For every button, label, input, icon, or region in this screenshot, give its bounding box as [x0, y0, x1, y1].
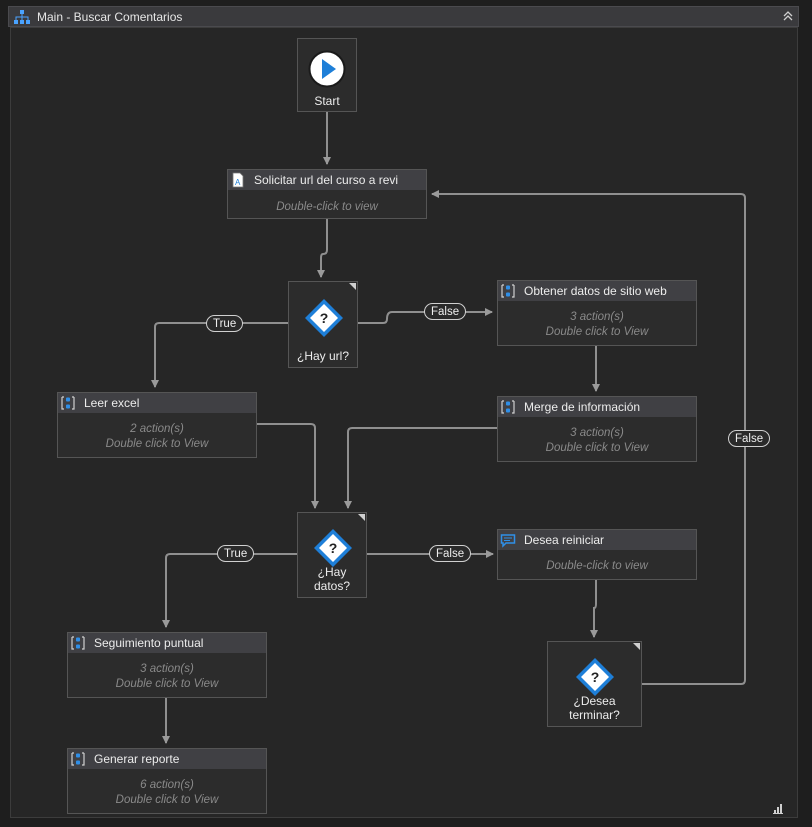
- activity-title: Merge de información: [524, 400, 641, 414]
- decision-hay-datos[interactable]: ? ¿Hay datos?: [297, 512, 367, 598]
- activity-action-count: 3 action(s): [140, 663, 194, 675]
- activity-hint: Double click to View: [115, 794, 219, 806]
- activity-title: Leer excel: [84, 396, 140, 410]
- sequence-icon: [501, 284, 515, 298]
- decision-label: ¿Hay datos?: [313, 565, 351, 593]
- wire-haydatos-true: [162, 553, 297, 628]
- decision-icon: ?: [305, 299, 343, 337]
- activity-header: A Solicitar url del curso a revi: [228, 170, 426, 190]
- activity-action-count: 3 action(s): [570, 427, 624, 439]
- sequence-icon: [501, 400, 515, 414]
- fit-to-screen-icon[interactable]: [772, 803, 784, 815]
- branch-label-true[interactable]: True: [206, 315, 244, 332]
- activity-title: Solicitar url del curso a revi: [254, 173, 399, 187]
- branch-label-false[interactable]: False: [429, 545, 472, 562]
- activity-header: Merge de información: [498, 397, 696, 417]
- activity-action-count: 2 action(s): [130, 423, 184, 435]
- decision-hay-url[interactable]: ? ¿Hay url?: [288, 281, 358, 368]
- wire-merge-haydatos: [344, 427, 497, 509]
- svg-text:?: ?: [329, 540, 338, 556]
- activity-header: Generar reporte: [68, 749, 266, 769]
- activity-title: Desea reiniciar: [524, 533, 605, 547]
- svg-text:?: ?: [591, 669, 600, 685]
- sequence-icon: [61, 396, 75, 410]
- decision-label: ¿Hay url?: [296, 349, 349, 363]
- wire-solicitar-hayurl: [317, 219, 328, 278]
- activity-hint: Double-click to view: [276, 201, 378, 213]
- decision-desea-terminar[interactable]: ? ¿Desea terminar?: [547, 641, 642, 727]
- activity-generar-reporte[interactable]: Generar reporte 6 action(s) Double click…: [67, 748, 267, 814]
- svg-text:A: A: [235, 178, 241, 187]
- activity-hint: Double click to View: [545, 326, 649, 338]
- activity-title: Seguimiento puntual: [94, 636, 204, 650]
- branch-label-true[interactable]: True: [217, 545, 255, 562]
- branch-label-false[interactable]: False: [728, 430, 771, 447]
- activity-hint: Double-click to view: [546, 560, 648, 572]
- corner-marker: [358, 514, 365, 521]
- activity-title: Generar reporte: [94, 752, 180, 766]
- decision-label: ¿Desea terminar?: [569, 694, 620, 722]
- sequence-icon: [71, 636, 85, 650]
- play-icon: [308, 50, 346, 88]
- activity-seguimiento-puntual[interactable]: Seguimiento puntual 3 action(s) Double c…: [67, 632, 267, 698]
- wire-reiniciar-terminar: [590, 580, 598, 638]
- activity-desea-reiniciar[interactable]: Desea reiniciar Double-click to view: [497, 529, 697, 580]
- activity-header: Leer excel: [58, 393, 256, 413]
- activity-header: Obtener datos de sitio web: [498, 281, 696, 301]
- activity-obtener-datos[interactable]: Obtener datos de sitio web 3 action(s) D…: [497, 280, 697, 346]
- sequence-icon: [71, 752, 85, 766]
- start-node[interactable]: Start: [297, 38, 357, 112]
- activity-header: Desea reiniciar: [498, 530, 696, 550]
- activity-merge-informacion[interactable]: Merge de información 3 action(s) Double …: [497, 396, 697, 462]
- activity-hint: Double click to View: [545, 442, 649, 454]
- decision-icon: ?: [576, 658, 614, 696]
- corner-marker: [633, 643, 640, 650]
- activity-action-count: 6 action(s): [140, 779, 194, 791]
- svg-text:?: ?: [320, 310, 329, 326]
- activity-hint: Double click to View: [105, 438, 209, 450]
- corner-marker: [349, 283, 356, 290]
- message-box-icon: [500, 534, 516, 548]
- input-dialog-icon: A: [232, 172, 244, 188]
- start-label: Start: [314, 94, 340, 108]
- activity-title: Obtener datos de sitio web: [524, 284, 667, 298]
- activity-action-count: 3 action(s): [570, 311, 624, 323]
- activity-header: Seguimiento puntual: [68, 633, 266, 653]
- wire-leer-haydatos: [257, 423, 319, 509]
- branch-label-false[interactable]: False: [424, 303, 467, 320]
- decision-icon: ?: [314, 529, 352, 567]
- activity-hint: Double click to View: [115, 678, 219, 690]
- activity-solicitar-url[interactable]: A Solicitar url del curso a revi Double-…: [227, 169, 427, 219]
- activity-leer-excel[interactable]: Leer excel 2 action(s) Double click to V…: [57, 392, 257, 458]
